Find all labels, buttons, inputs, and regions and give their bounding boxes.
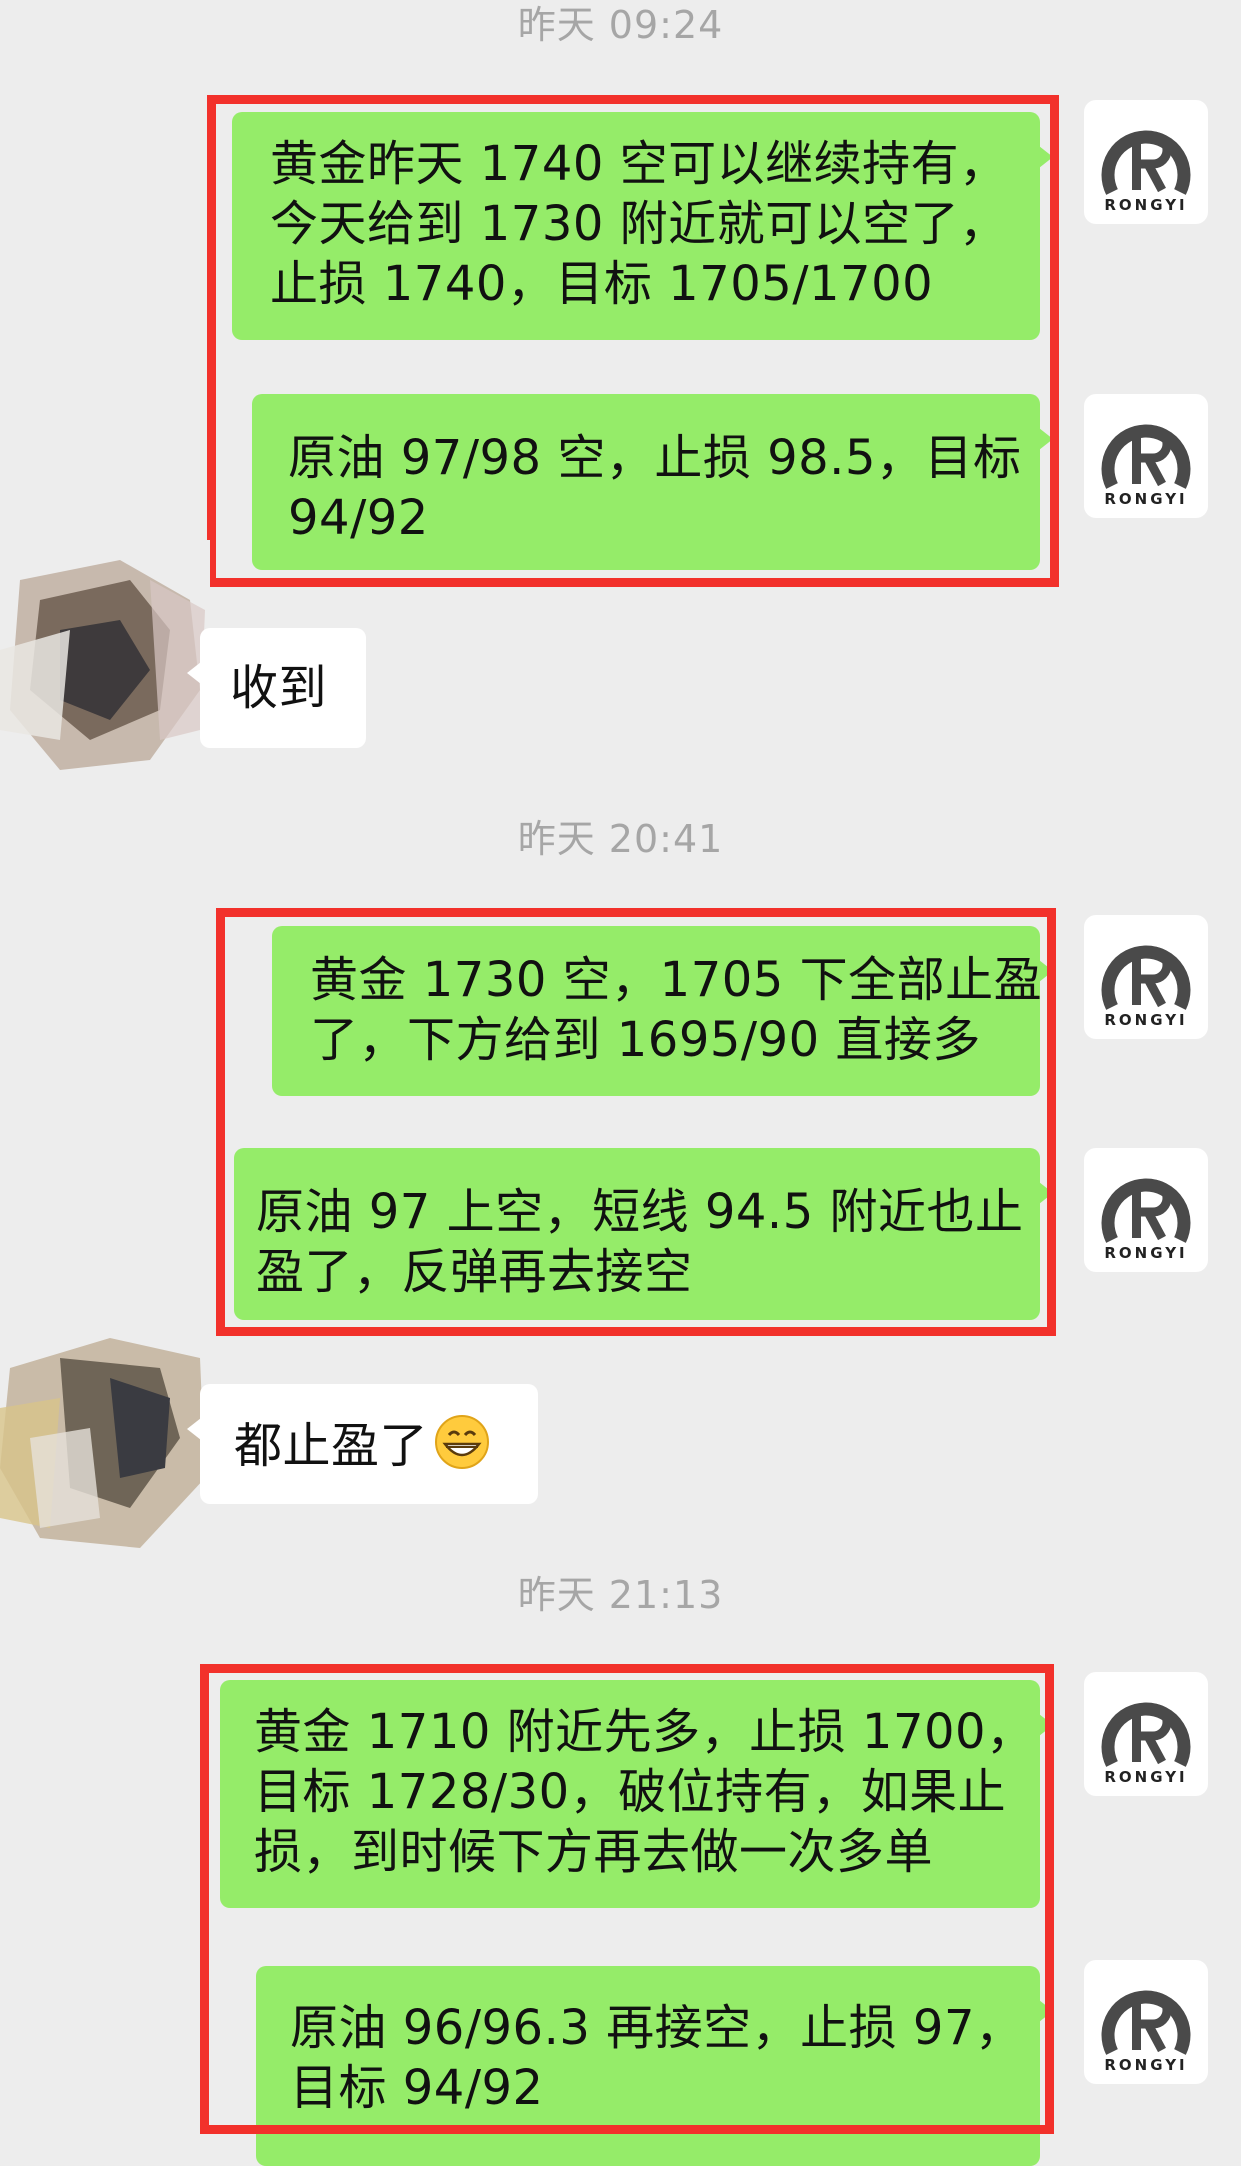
brand-label: RONGYI [1104,490,1188,508]
grinning-face-emoji [435,1415,490,1469]
message-line: 目标 94/92 [290,2060,544,2116]
peer-avatar-icon [0,1318,210,1558]
avatar-peer[interactable] [0,1318,210,1558]
brand-label: RONGYI [1104,1244,1188,1262]
avatar-rongyi[interactable]: RONGYI [1084,915,1208,1039]
message-line: 损，到时候下方再去做一次多单 [254,1824,934,1880]
avatar-rongyi[interactable]: RONGYI [1084,1148,1208,1272]
timestamp: 昨天 09:24 [517,3,724,47]
timestamp: 昨天 20:41 [517,817,724,861]
peer-avatar-icon [0,540,210,780]
message-bubble-outgoing[interactable]: 黄金昨天 1740 空可以继续持有， 今天给到 1730 附近就可以空了， 止损… [232,112,1053,340]
message-line: 原油 96/96.3 再接空，止损 97， [290,2000,1024,2056]
message-line: 收到 [230,660,328,716]
brand-label: RONGYI [1104,1011,1188,1029]
message-bubble-outgoing[interactable]: 原油 97 上空，短线 94.5 附近也止 盈了，反弹再去接空 [234,1148,1053,1320]
message-bubble-outgoing[interactable]: 黄金 1710 附近先多，止损 1700， 目标 1728/30，破位持有，如果… [220,1680,1053,1908]
message-bubble-outgoing[interactable]: 原油 96/96.3 再接空，止损 97， 目标 94/92 [256,1966,1053,2166]
avatar-peer[interactable] [0,540,210,780]
message-line: 目标 1728/30，破位持有，如果止 [254,1764,1007,1820]
message-line: 盈了，反弹再去接空 [256,1244,693,1300]
rongyi-logo-icon [1101,130,1191,195]
brand-label: RONGYI [1104,1768,1188,1786]
message-line: 了，下方给到 1695/90 直接多 [310,1012,981,1068]
brand-label: RONGYI [1104,2056,1188,2074]
message-line: 都止盈了 [234,1418,429,1474]
message-line: 黄金 1710 附近先多，止损 1700， [254,1704,1035,1760]
avatar-rongyi[interactable]: RONGYI [1084,100,1208,224]
message-bubble-incoming[interactable]: 都止盈了 [187,1384,538,1504]
rongyi-logo-icon [1101,1702,1191,1767]
rongyi-logo-icon [1101,1178,1191,1243]
rongyi-logo-icon [1101,424,1191,489]
message-line: 今天给到 1730 附近就可以空了， [270,196,1008,252]
message-line: 原油 97/98 空，止损 98.5，目标 [288,430,1022,486]
message-bubble-outgoing[interactable]: 黄金 1730 空，1705 下全部止盈 了，下方给到 1695/90 直接多 [272,926,1053,1096]
rongyi-logo-icon [1101,1990,1191,2055]
message-line: 止损 1740，目标 1705/1700 [270,256,934,312]
avatar-rongyi[interactable]: RONGYI [1084,1960,1208,2084]
avatar-rongyi[interactable]: RONGYI [1084,394,1208,518]
brand-label: RONGYI [1104,196,1188,214]
rongyi-logo-icon [1101,945,1191,1010]
message-bubble-outgoing[interactable]: 原油 97/98 空，止损 98.5，目标 94/92 [252,394,1053,570]
message-line: 94/92 [288,490,429,546]
avatar-rongyi[interactable]: RONGYI [1084,1672,1208,1796]
timestamp: 昨天 21:13 [517,1573,724,1617]
message-line: 黄金 1730 空，1705 下全部止盈 [310,952,1043,1008]
message-line: 原油 97 上空，短线 94.5 附近也止 [256,1184,1024,1240]
message-bubble-incoming[interactable]: 收到 [187,628,366,748]
message-line: 黄金昨天 1740 空可以继续持有， [270,136,1008,192]
